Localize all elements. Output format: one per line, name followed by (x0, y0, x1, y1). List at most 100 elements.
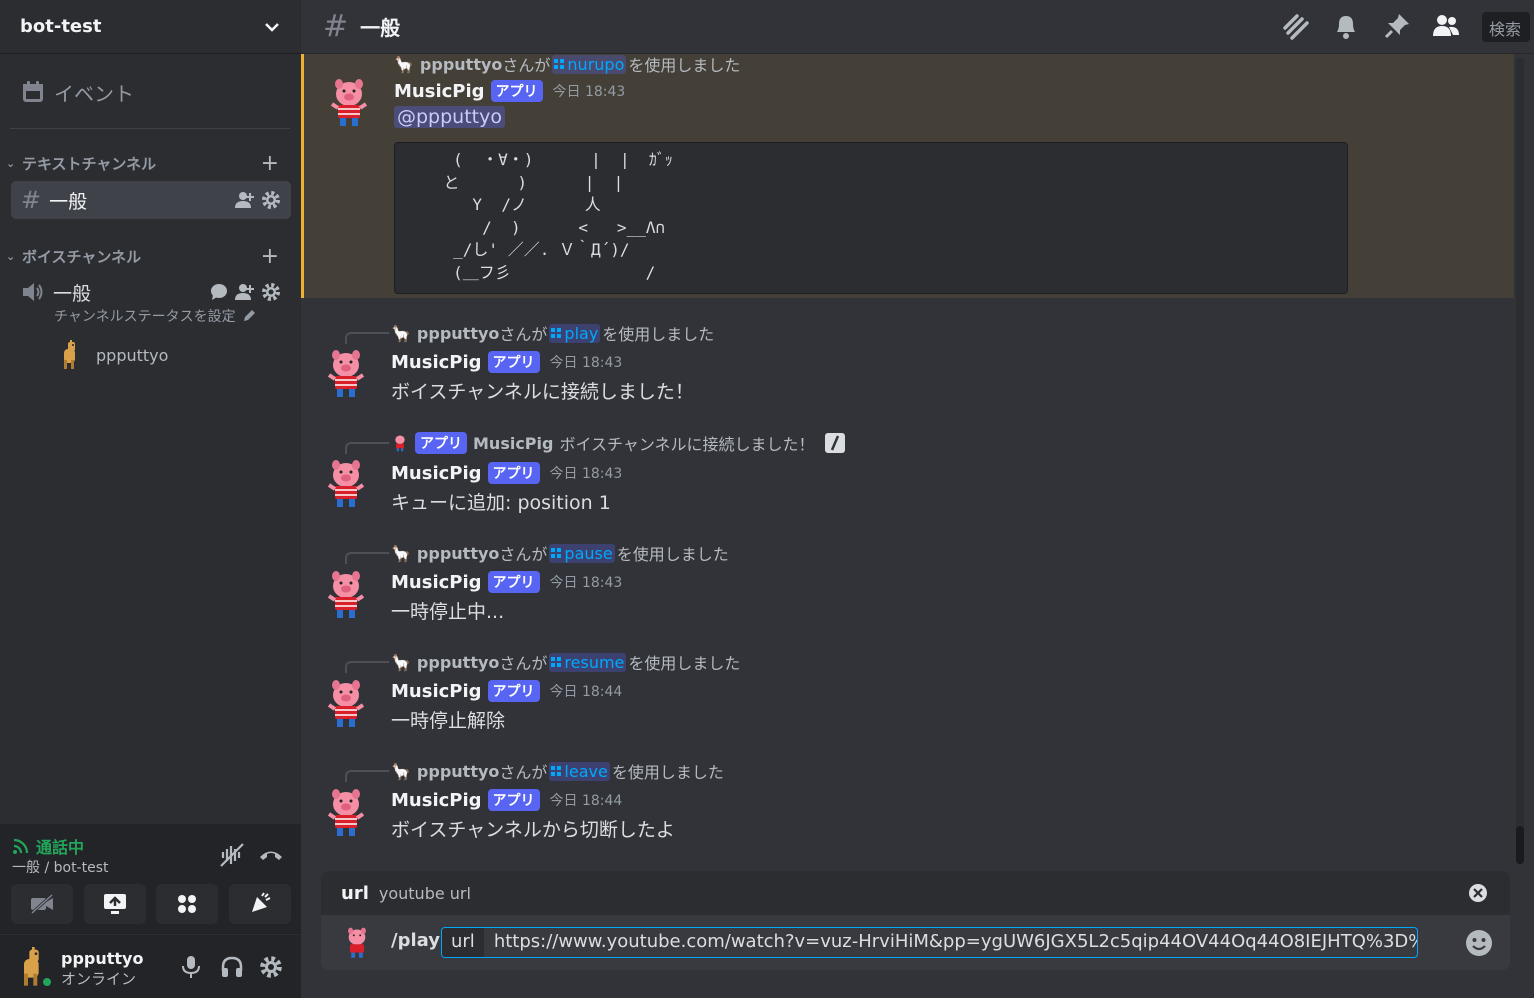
text-category[interactable]: ⌄ テキストチャンネル + (0, 151, 301, 176)
option-key: url (442, 928, 484, 957)
message-list: 🦙 ppputtyo さんが nurupo を使用しました MusicPig ア… (301, 54, 1514, 864)
message-item[interactable]: アプリ MusicPig ボイスチャンネルに接続しました！ MusicPig ア… (301, 430, 1514, 525)
message-content: 一時停止中... (391, 601, 505, 623)
add-text-channel-button[interactable]: + (261, 151, 279, 176)
chat-bubble-icon[interactable] (209, 283, 229, 301)
message-reply-context[interactable]: 🦙 ppputtyo さんが leave を使用しました (391, 759, 724, 783)
emoji-icon[interactable] (1465, 929, 1493, 957)
message-item[interactable]: 🦙 ppputtyo さんが leave を使用しました MusicPig アプ… (301, 758, 1514, 853)
scrollbar-thumb[interactable] (1516, 826, 1524, 864)
command-icon (551, 657, 562, 667)
noise-suppression-icon[interactable] (219, 842, 245, 868)
sidebar-item-text-general[interactable]: # 一般 (11, 181, 291, 219)
invite-icon[interactable] (235, 191, 255, 209)
pin-icon[interactable] (1383, 12, 1411, 40)
camera-off-icon (30, 894, 54, 914)
user-mention[interactable]: @ppputtyo (394, 106, 505, 128)
threads-icon[interactable] (1281, 12, 1311, 42)
pig-small-icon (348, 927, 366, 958)
message-item[interactable]: 🦙 ppputtyo さんが nurupo を使用しました MusicPig ア… (301, 54, 1514, 298)
author-name[interactable]: MusicPig (391, 790, 482, 811)
message-reply-context[interactable]: 🦙 ppputtyo さんが pause を使用しました (391, 541, 729, 565)
voice-connected-status[interactable]: 通話中 (12, 834, 84, 858)
soundboard-button[interactable] (229, 884, 291, 924)
voice-participant[interactable]: ppputtyo (56, 340, 168, 370)
command-mention[interactable]: nurupo (552, 54, 627, 74)
camera-off-button[interactable] (11, 884, 73, 924)
message-content: 一時停止解除 (391, 710, 506, 732)
disconnect-icon[interactable] (258, 842, 284, 868)
command-name: /play (391, 930, 440, 951)
screen-share-button[interactable] (84, 884, 146, 924)
sidebar-item-voice-general[interactable]: 一般 チャンネルステータスを設定 (11, 278, 291, 328)
message-reply-context[interactable]: アプリ MusicPig ボイスチャンネルに接続しました！ (391, 431, 845, 455)
voice-category-label: ボイスチャンネル (22, 247, 142, 266)
message-reply-context[interactable]: 🦙 ppputtyo さんが play を使用しました (391, 321, 714, 345)
command-mention[interactable]: pause (549, 543, 615, 563)
microphone-icon[interactable] (180, 955, 202, 979)
message-item[interactable]: 🦙 ppputtyo さんが play を使用しました MusicPig アプリ… (301, 320, 1514, 415)
avatar[interactable] (321, 788, 371, 838)
app-badge: アプリ (487, 789, 540, 811)
command-mention[interactable]: play (549, 323, 601, 343)
voice-status-label: 通話中 (36, 838, 85, 857)
headphones-icon[interactable] (220, 955, 244, 979)
pig-avatar (330, 79, 368, 126)
set-channel-status[interactable]: チャンネルステータスを設定 (54, 306, 291, 326)
command-name: pause (564, 543, 613, 563)
author-name[interactable]: MusicPig (391, 463, 482, 484)
invite-icon[interactable] (235, 283, 255, 301)
gear-icon[interactable] (261, 190, 281, 210)
message-item[interactable]: 🦙 ppputtyo さんが pause を使用しました MusicPig アプ… (301, 540, 1514, 635)
app-badge: アプリ (487, 680, 540, 702)
avatar[interactable] (321, 459, 371, 509)
avatar[interactable] (321, 349, 371, 399)
author-name[interactable]: MusicPig (391, 572, 482, 593)
user-status: オンライン (61, 970, 137, 988)
timestamp: 今日 18:43 (549, 575, 623, 591)
timestamp: 今日 18:44 (549, 684, 623, 700)
sidebar-divider (10, 128, 290, 129)
server-header[interactable]: bot-test (0, 0, 301, 54)
close-icon[interactable] (1468, 883, 1488, 903)
reply-author: ppputtyo (416, 323, 500, 343)
events-item[interactable]: イベント (0, 75, 301, 109)
command-name: nurupo (567, 54, 625, 74)
message-header: MusicPig アプリ 今日 18:44 (391, 680, 622, 702)
pig-avatar (327, 789, 365, 836)
option-value[interactable]: https://www.youtube.com/watch?v=vuz-Hrvi… (484, 928, 1417, 957)
activities-button[interactable] (156, 884, 218, 924)
avatar[interactable] (324, 78, 374, 128)
reply-author: MusicPig (473, 433, 554, 453)
add-voice-channel-button[interactable]: + (261, 244, 279, 269)
pig-avatar (327, 350, 365, 397)
scrollbar-track[interactable] (1516, 58, 1524, 864)
message-reply-context[interactable]: 🦙 ppputtyo さんが nurupo を使用しました (394, 54, 740, 76)
message-item[interactable]: 🦙 ppputtyo さんが resume を使用しました MusicPig ア… (301, 649, 1514, 744)
bell-icon[interactable] (1333, 12, 1359, 40)
app-badge: アプリ (487, 462, 540, 484)
alpaca-icon: 🦙 (391, 323, 411, 343)
author-name[interactable]: MusicPig (394, 81, 485, 102)
gear-icon[interactable] (261, 282, 281, 302)
gear-icon[interactable] (259, 955, 283, 979)
pig-small-icon (395, 435, 405, 452)
voice-participant-name: ppputtyo (96, 345, 169, 365)
app-badge: アプリ (490, 80, 543, 102)
author-name[interactable]: MusicPig (391, 681, 482, 702)
avatar[interactable] (321, 570, 371, 620)
message-header: MusicPig アプリ 今日 18:43 (391, 571, 622, 593)
message-reply-context[interactable]: 🦙 ppputtyo さんが resume を使用しました (391, 650, 740, 674)
reply-text: ボイスチャンネルに接続しました！ (559, 435, 815, 454)
command-mention[interactable]: resume (549, 652, 627, 672)
author-name[interactable]: MusicPig (391, 352, 482, 373)
voice-category[interactable]: ⌄ ボイスチャンネル + (0, 244, 301, 269)
search-input[interactable]: 検索 (1482, 12, 1530, 42)
avatar[interactable] (321, 679, 371, 729)
url-option-input[interactable]: url https://www.youtube.com/watch?v=vuz-… (441, 927, 1418, 958)
command-mention[interactable]: leave (549, 761, 610, 781)
reply-author: ppputtyo (416, 652, 500, 672)
member-list-icon[interactable] (1432, 12, 1460, 40)
user-avatar[interactable] (12, 947, 54, 989)
reply-author: ppputtyo (416, 761, 500, 781)
